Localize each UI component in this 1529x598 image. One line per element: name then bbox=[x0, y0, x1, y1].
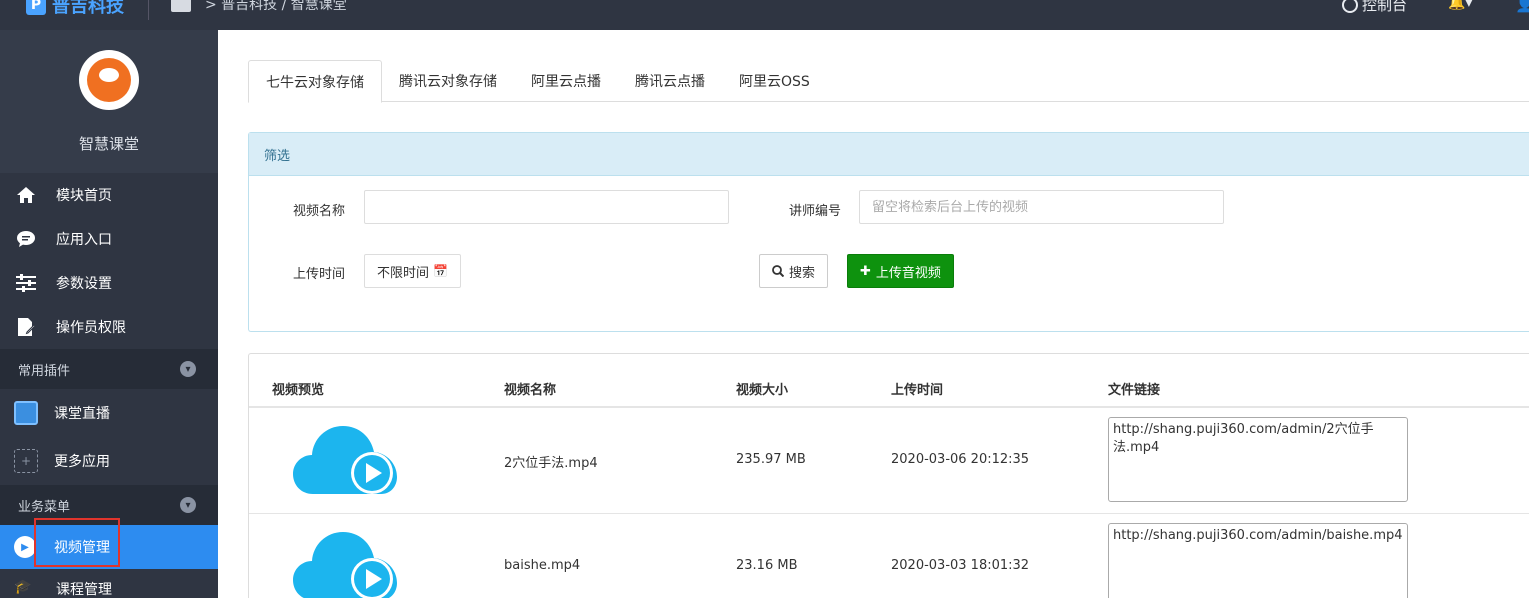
upload-media-button[interactable]: ✚ 上传音视频 bbox=[847, 254, 954, 288]
section-common-plugins[interactable]: 常用插件 ▾ bbox=[0, 349, 218, 389]
live-icon bbox=[14, 401, 38, 425]
sidebar: 智慧课堂 模块首页 应用入口 参数设置 操作员权限 常用插件 ▾ 课堂直播 + … bbox=[0, 30, 218, 598]
top-bar: P 普吉科技 > 普吉科技 / 智慧课堂 控制台 🔔▾ 👤 bbox=[0, 0, 1529, 30]
avatar[interactable] bbox=[79, 50, 139, 110]
sidebar-item-label: 课程管理 bbox=[56, 582, 112, 598]
sidebar-item-home[interactable]: 模块首页 bbox=[0, 173, 218, 217]
search-button[interactable]: 搜索 bbox=[759, 254, 829, 288]
sliders-icon bbox=[14, 272, 38, 294]
section-label: 业务菜单 bbox=[18, 499, 71, 515]
profile-name: 智慧课堂 bbox=[78, 135, 139, 153]
sidebar-item-label: 课堂直播 bbox=[54, 406, 110, 422]
chat-icon bbox=[14, 228, 38, 250]
column-header-size: 视频大小 bbox=[736, 383, 789, 398]
user-icon[interactable]: 👤 bbox=[1515, 0, 1529, 13]
table-row: 2穴位手法.mp4 235.97 MB 2020-03-06 20:12:35 … bbox=[249, 408, 1529, 514]
plus-icon: + bbox=[14, 449, 38, 473]
main-content: 七牛云对象存储 腾讯云对象存储 阿里云点播 腾讯云点播 阿里云OSS 筛选 视频… bbox=[218, 30, 1529, 598]
upload-time-value: 不限时间 bbox=[377, 265, 430, 281]
sidebar-item-course-management[interactable]: 🎓 课程管理 bbox=[0, 569, 218, 598]
tab-aliyun-oss[interactable]: 阿里云OSS bbox=[722, 60, 827, 102]
upload-time-label: 上传时间 bbox=[293, 267, 346, 282]
video-preview-cloud-icon[interactable] bbox=[293, 422, 397, 498]
sidebar-item-label: 参数设置 bbox=[56, 276, 112, 292]
sidebar-item-label: 应用入口 bbox=[56, 232, 112, 248]
calendar-icon: 📅 bbox=[433, 264, 448, 278]
brand-name: 普吉科技 bbox=[52, 0, 124, 17]
breadcrumb: > 普吉科技 / 智慧课堂 bbox=[205, 0, 347, 13]
chevron-down-icon: ▾ bbox=[180, 497, 196, 513]
sidebar-item-label: 操作员权限 bbox=[56, 320, 126, 336]
tab-tencent-vod[interactable]: 腾讯云点播 bbox=[618, 60, 722, 102]
teacher-id-label: 讲师编号 bbox=[789, 204, 842, 219]
dashboard-icon bbox=[1342, 0, 1358, 13]
sidebar-item-operator-permissions[interactable]: 操作员权限 bbox=[0, 305, 218, 349]
chevron-down-icon: ▾ bbox=[180, 361, 196, 377]
graduation-cap-icon: 🎓 bbox=[14, 579, 32, 595]
sidebar-item-label: 更多应用 bbox=[54, 454, 110, 470]
avatar-logo-icon bbox=[87, 58, 131, 102]
document-edit-icon bbox=[14, 316, 38, 338]
upload-time: 2020-03-06 20:12:35 bbox=[891, 452, 1030, 467]
video-name-label: 视频名称 bbox=[293, 204, 346, 219]
sidebar-item-label: 模块首页 bbox=[56, 188, 112, 204]
sidebar-item-app-entry[interactable]: 应用入口 bbox=[0, 217, 218, 261]
file-link-textarea[interactable]: http://shang.puji360.com/admin/2穴位手法.mp4 bbox=[1108, 417, 1408, 502]
sidebar-item-settings[interactable]: 参数设置 bbox=[0, 261, 218, 305]
teacher-id-input[interactable] bbox=[859, 190, 1224, 224]
upload-button-label: 上传音视频 bbox=[875, 265, 941, 281]
upload-time: 2020-03-03 18:01:32 bbox=[891, 558, 1030, 573]
video-preview-cloud-icon[interactable] bbox=[293, 528, 397, 598]
video-name: 2穴位手法.mp4 bbox=[504, 456, 598, 471]
console-label: 控制台 bbox=[1362, 0, 1408, 14]
tab-aliyun-vod[interactable]: 阿里云点播 bbox=[514, 60, 618, 102]
highlight-box bbox=[34, 518, 120, 567]
column-header-name: 视频名称 bbox=[504, 383, 557, 398]
sidebar-item-live[interactable]: 课堂直播 bbox=[0, 389, 218, 437]
home-icon bbox=[14, 184, 38, 206]
brand-mark-icon: P bbox=[26, 0, 46, 15]
column-header-link: 文件链接 bbox=[1108, 383, 1161, 398]
tab-tencent-cos[interactable]: 腾讯云对象存储 bbox=[382, 60, 514, 102]
column-header-preview: 视频预览 bbox=[272, 383, 325, 398]
header-divider bbox=[148, 0, 149, 20]
home-icon[interactable] bbox=[171, 0, 191, 12]
bell-icon[interactable]: 🔔▾ bbox=[1448, 0, 1472, 11]
filter-panel: 筛选 视频名称 讲师编号 上传时间 不限时间 📅 搜索 ✚ 上传音视频 bbox=[248, 132, 1529, 332]
storage-tabs: 七牛云对象存储 腾讯云对象存储 阿里云点播 腾讯云点播 阿里云OSS bbox=[248, 60, 1529, 103]
sidebar-item-more-apps[interactable]: + 更多应用 bbox=[0, 437, 218, 485]
profile-panel: 智慧课堂 bbox=[0, 30, 218, 173]
search-icon bbox=[772, 265, 784, 277]
table-row: baishe.mp4 23.16 MB 2020-03-03 18:01:32 … bbox=[249, 514, 1529, 598]
file-link-textarea[interactable]: http://shang.puji360.com/admin/baishe.mp… bbox=[1108, 523, 1408, 598]
tab-qiniu[interactable]: 七牛云对象存储 bbox=[248, 60, 382, 103]
video-name-input[interactable] bbox=[364, 190, 729, 224]
sidebar-item-video-management[interactable]: ▶ 视频管理 bbox=[0, 518, 218, 569]
play-circle-icon: ▶ bbox=[14, 536, 36, 558]
brand-logo[interactable]: P 普吉科技 bbox=[26, 0, 124, 18]
video-table: 视频预览 视频名称 视频大小 上传时间 文件链接 2穴位手法.mp4 235.9… bbox=[248, 353, 1529, 598]
upload-time-picker[interactable]: 不限时间 📅 bbox=[364, 254, 461, 288]
column-header-time: 上传时间 bbox=[891, 383, 944, 398]
section-label: 常用插件 bbox=[18, 363, 71, 379]
video-size: 235.97 MB bbox=[736, 452, 806, 467]
filter-title: 筛选 bbox=[249, 133, 1529, 176]
video-size: 23.16 MB bbox=[736, 558, 798, 573]
console-link[interactable]: 控制台 bbox=[1342, 0, 1407, 15]
video-name: baishe.mp4 bbox=[504, 558, 581, 573]
search-button-label: 搜索 bbox=[789, 265, 816, 281]
plus-icon: ✚ bbox=[860, 263, 871, 279]
